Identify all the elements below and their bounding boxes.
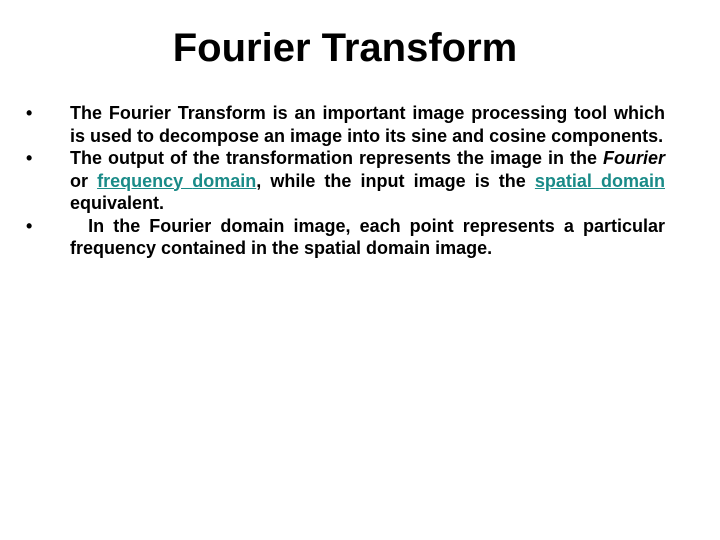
bullet-icon: • xyxy=(26,148,33,168)
spatial-domain-link[interactable]: spatial domain xyxy=(535,171,665,191)
frequency-link[interactable]: frequency xyxy=(97,171,192,191)
fourier-italic-text: Fourier xyxy=(602,148,665,168)
bullet-text: , while the input image is the xyxy=(256,170,535,191)
bullet-list: • The Fourier Transform is an important … xyxy=(26,102,665,260)
bullet-text: The Fourier Transform is an important im… xyxy=(70,103,665,146)
bullet-icon: • xyxy=(26,103,33,123)
bullet-icon: • xyxy=(26,215,33,236)
bullet-text: In the Fourier domain image, each point … xyxy=(70,215,670,259)
bullet-item: • The Fourier Transform is an important … xyxy=(26,102,665,147)
domain-link[interactable]: domain xyxy=(192,171,256,191)
bullet-item: • The output of the transformation repre… xyxy=(26,147,665,215)
bullet-text: or xyxy=(70,170,98,191)
bullet-item: • In the Fourier domain image, each poin… xyxy=(26,215,665,260)
slide-title: Fourier Transform xyxy=(172,26,518,70)
bullet-text: The output of the transformation represe… xyxy=(70,148,603,168)
bullet-text: equivalent. xyxy=(70,193,165,213)
